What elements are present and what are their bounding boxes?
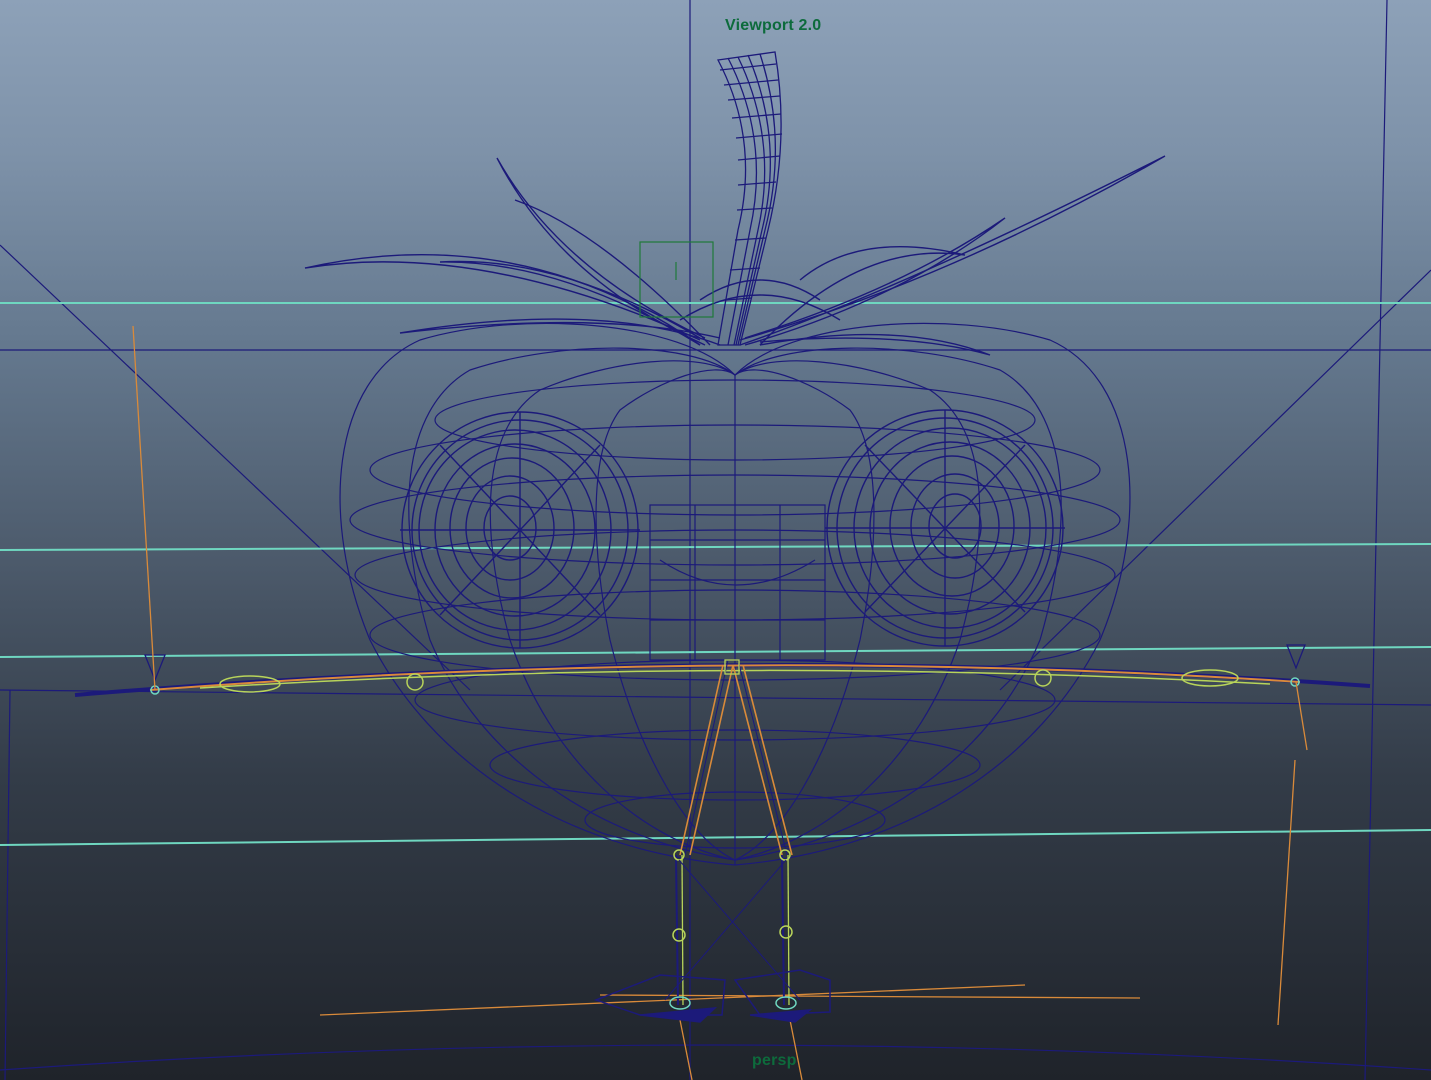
left-eye-mesh xyxy=(400,411,640,649)
leaves-mesh xyxy=(304,155,1166,356)
maya-viewport[interactable]: Viewport 2.0 persp xyxy=(0,0,1431,1080)
grid-lines xyxy=(0,302,1431,846)
camera-name-label[interactable]: persp xyxy=(752,1052,797,1070)
renderer-label: Viewport 2.0 xyxy=(725,17,822,34)
mouth-box xyxy=(649,504,826,661)
wireframe-scene[interactable] xyxy=(0,0,1431,1080)
stem-mesh xyxy=(716,51,783,346)
body-mesh xyxy=(339,322,1131,866)
leg-rig xyxy=(664,659,801,1006)
selection-box xyxy=(639,241,714,318)
pole-vector-lines xyxy=(132,325,1308,1080)
right-eye-mesh xyxy=(825,409,1065,647)
